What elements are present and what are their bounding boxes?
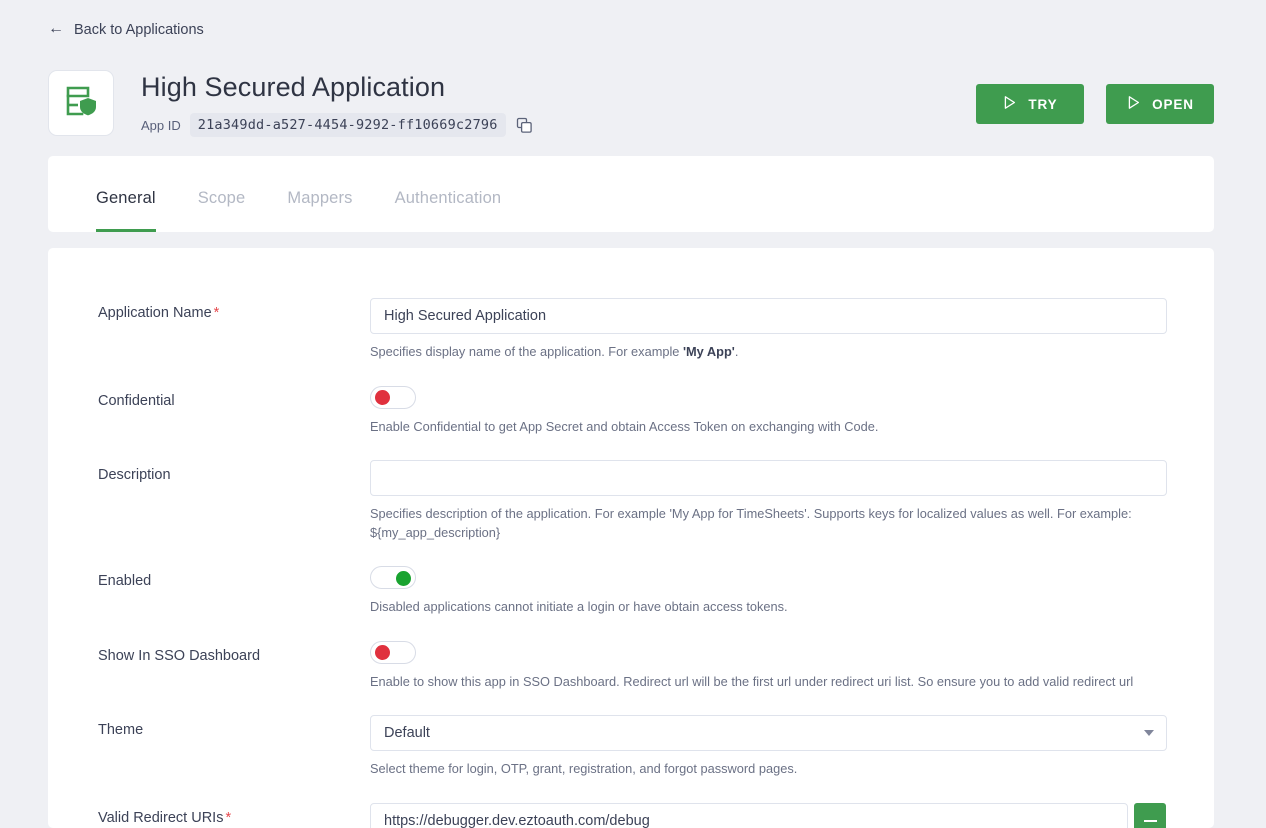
enabled-toggle[interactable] (370, 566, 416, 590)
tab-scope[interactable]: Scope (198, 189, 246, 232)
confidential-toggle[interactable] (370, 385, 416, 409)
show-in-sso-dashboard-label: Show In SSO Dashboard (98, 647, 261, 664)
application-name-input[interactable] (370, 298, 1167, 334)
hint-text-bold: 'My App' (682, 344, 735, 359)
open-button-label: OPEN (1152, 96, 1194, 112)
valid-redirect-uris-label-text: Valid Redirect URIs (98, 809, 224, 826)
tab-list: General Scope Mappers Authentication (48, 156, 1214, 232)
description-control: Specifies description of the application… (370, 460, 1167, 542)
hint-text-after: . (734, 344, 739, 359)
theme-select[interactable]: Default (370, 715, 1167, 752)
confidential-control: Enable Confidential to get App Secret an… (370, 385, 1166, 437)
redirect-uri-input[interactable] (370, 802, 1129, 828)
toggle-knob (396, 570, 411, 586)
application-header: High Secured Application App ID 21a349dd… (48, 70, 1214, 142)
back-link-label: Back to Applications (74, 22, 204, 38)
field-theme: Theme Default Select theme for login, OT… (48, 715, 1214, 779)
tab-mappers[interactable]: Mappers (287, 189, 352, 232)
theme-selected-value: Default (384, 725, 430, 742)
back-to-applications-link[interactable]: ← Back to Applications (48, 20, 204, 39)
field-description: Description Specifies description of the… (48, 460, 1214, 542)
show-in-sso-dashboard-control: Enable to show this app in SSO Dashboard… (370, 640, 1166, 692)
application-name-control: Specifies display name of the applicatio… (370, 298, 1167, 362)
required-marker: * (225, 809, 232, 826)
required-marker: * (213, 305, 220, 321)
secured-application-icon (64, 84, 98, 123)
enabled-control: Disabled applications cannot initiate a … (370, 566, 1166, 617)
description-hint: Specifies description of the application… (370, 506, 1132, 540)
theme-control: Default Select theme for login, OTP, gra… (370, 715, 1167, 779)
confidential-label: Confidential (98, 392, 175, 409)
show-in-sso-dashboard-toggle[interactable] (370, 640, 416, 664)
app-id-row: App ID 21a349dd-a527-4454-9292-ff10669c2… (141, 113, 535, 138)
confidential-hint: Enable Confidential to get App Secret an… (370, 418, 879, 434)
copy-icon[interactable] (515, 115, 535, 135)
theme-select-wrapper: Default (370, 715, 1167, 752)
enabled-label: Enabled (98, 573, 152, 590)
app-id-value: 21a349dd-a527-4454-9292-ff10669c2796 (189, 113, 506, 138)
tab-authentication[interactable]: Authentication (395, 189, 502, 232)
application-name-label: Application Name * (98, 298, 370, 362)
tab-general[interactable]: General (96, 189, 156, 232)
application-name-hint: Specifies display name of the applicatio… (370, 343, 1166, 362)
app-icon-container (48, 70, 114, 136)
page-title: High Secured Application (141, 72, 446, 102)
header-actions: TRY OPEN (976, 70, 1214, 124)
app-title-block: High Secured Application App ID 21a349dd… (141, 70, 535, 138)
valid-redirect-uris-control (370, 802, 1166, 828)
show-in-sso-dashboard-hint: Enable to show this app in SSO Dashboard… (370, 673, 1134, 689)
valid-redirect-uris-label: Valid Redirect URIs * (98, 803, 370, 828)
try-button[interactable]: TRY (976, 84, 1084, 124)
toggle-knob (375, 390, 390, 406)
application-name-label-text: Application Name (98, 305, 212, 321)
field-confidential: Confidential Enable Confidential to get … (48, 385, 1214, 437)
open-button[interactable]: OPEN (1106, 84, 1214, 124)
field-enabled: Enabled Disabled applications cannot ini… (48, 566, 1214, 617)
redirect-uri-row (370, 802, 1166, 828)
general-settings-form: Application Name* Specifies display name… (48, 248, 1214, 828)
tabs-card: General Scope Mappers Authentication (48, 156, 1214, 232)
play-icon (1126, 95, 1141, 113)
app-id-label: App ID (141, 117, 181, 133)
toggle-knob (375, 645, 390, 661)
play-icon (1002, 95, 1017, 113)
field-application-name: Application Name* Specifies display name… (48, 298, 1214, 362)
remove-redirect-uri-button[interactable] (1134, 802, 1166, 828)
description-label: Description (98, 467, 171, 484)
description-input[interactable] (370, 460, 1167, 497)
enabled-hint: Disabled applications cannot initiate a … (370, 599, 788, 615)
field-show-in-sso-dashboard: Show In SSO Dashboard Enable to show thi… (48, 640, 1214, 692)
hint-text-before: Specifies display name of the applicatio… (370, 344, 683, 359)
try-button-label: TRY (1028, 96, 1058, 112)
theme-label: Theme (98, 722, 144, 739)
arrow-left-icon: ← (48, 20, 64, 37)
theme-hint: Select theme for login, OTP, grant, regi… (370, 761, 798, 777)
field-valid-redirect-uris: Valid Redirect URIs * (48, 802, 1214, 828)
